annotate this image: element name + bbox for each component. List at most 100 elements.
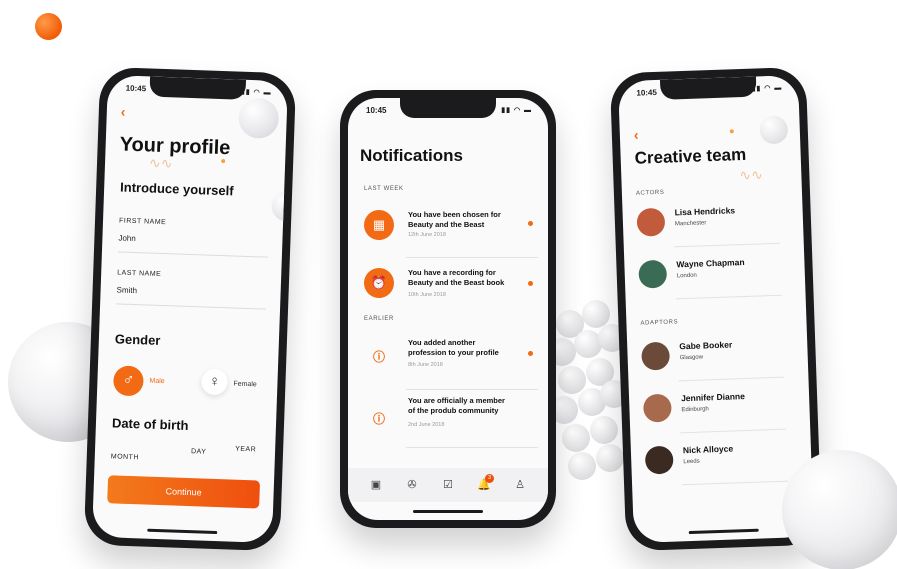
page-title: Creative team [634, 144, 747, 168]
team-member-row[interactable]: Wayne Chapman London [624, 249, 806, 307]
team-member-row[interactable]: Gabe Booker Glasgow [627, 331, 809, 389]
orange-sphere-decoration [35, 13, 62, 40]
member-name: Nick Alloyce [682, 443, 734, 456]
unread-dot [528, 281, 533, 286]
tab-bar: ▣ ✇ ☑ 🔔 3 ♙ [348, 468, 548, 502]
notification-date: 8th June 2018 [408, 362, 443, 368]
squiggle-decoration: ∿∿ [739, 166, 764, 184]
dob-year-label[interactable]: YEAR [235, 446, 256, 454]
continue-button[interactable]: Continue [107, 475, 261, 509]
phone-profile: 10:45 ▮▮ ◠ ▬ ‹ Your profile ∿∿ Introduce… [83, 66, 297, 552]
home-indicator [147, 528, 218, 535]
check-box-icon[interactable]: ☑ [437, 474, 459, 496]
male-symbol-icon[interactable]: ♂ [112, 365, 144, 397]
status-time: 10:45 [366, 106, 387, 115]
home-indicator [413, 510, 483, 513]
notification-item[interactable]: ⓘ You added another profession to your p… [348, 334, 548, 390]
divider [678, 376, 785, 382]
bubble-cluster-decoration [548, 300, 628, 500]
field-underline [117, 251, 268, 258]
creative-team-screen: 10:45 ▮▮ ◠ ▬ ‹ Creative team ∿∿ ACTORS L… [617, 74, 815, 544]
signal-wifi-battery-icon: ▮▮ ◠ ▬ [501, 107, 532, 114]
info-icon: ⓘ [372, 412, 385, 426]
dot-decoration [729, 129, 734, 134]
team-member-row[interactable]: Nick Alloyce Leeds [631, 435, 813, 493]
alarm-clock-icon: ⏰ [364, 268, 394, 298]
team-member-row[interactable]: Lisa Hendricks Manchester [622, 197, 804, 255]
member-name: Jennifer Dianne [680, 391, 746, 404]
member-city: London [676, 272, 697, 280]
divider [673, 242, 780, 248]
dob-month-label[interactable]: MONTH [111, 453, 139, 461]
notification-item[interactable]: ⓘ You are officially a member of the pro… [348, 392, 548, 448]
member-name: Lisa Hendricks [674, 205, 736, 218]
gender-option-female[interactable]: Female [233, 381, 257, 389]
divider [682, 480, 789, 486]
sphere-decoration [759, 115, 789, 145]
notification-date: 2nd June 2018 [408, 422, 445, 428]
notification-badge: 3 [485, 474, 494, 483]
member-city: Leeds [683, 458, 700, 466]
notification-text: You have a recording for Beauty and the … [408, 268, 505, 287]
page-title: Your profile [119, 133, 231, 160]
phone-notch [659, 76, 757, 100]
member-city: Glasgow [679, 354, 704, 362]
back-button[interactable]: ‹ [634, 127, 639, 143]
showcase-stage: 10:45 ▮▮ ◠ ▬ ‹ Your profile ∿∿ Introduce… [0, 0, 897, 569]
intro-heading: Introduce yourself [119, 179, 234, 199]
back-button[interactable]: ‹ [121, 103, 126, 119]
notification-item[interactable]: ⏰ You have a recording for Beauty and th… [348, 260, 548, 316]
last-name-label: LAST NAME [117, 269, 162, 278]
member-city: Edinburgh [681, 406, 709, 414]
page-title: Notifications [360, 146, 463, 165]
team-member-row[interactable]: Jennifer Dianne Edinburgh [629, 383, 811, 441]
notification-text: You added another profession to your pro… [408, 338, 499, 357]
user-icon[interactable]: ♙ [509, 474, 531, 496]
dob-heading: Date of birth [111, 415, 189, 434]
divider [680, 428, 787, 434]
bell-icon[interactable]: 🔔 3 [473, 474, 495, 496]
member-city: Manchester [674, 220, 707, 228]
signal-wifi-battery-icon: ▮▮ ◠ ▬ [751, 84, 783, 93]
phone-notch [400, 98, 496, 118]
field-underline [116, 303, 267, 310]
section-label-earlier: EARLIER [364, 316, 394, 322]
profile-screen: 10:45 ▮▮ ◠ ▬ ‹ Your profile ∿∿ Introduce… [91, 74, 289, 544]
first-name-field[interactable]: John [118, 233, 136, 243]
sphere-decoration [271, 190, 289, 222]
avatar [644, 445, 674, 475]
divider [406, 389, 538, 390]
dob-day-label[interactable]: DAY [191, 448, 207, 456]
sphere-decoration [238, 97, 280, 139]
calendar-icon: ▦ [364, 210, 394, 240]
avatar [638, 259, 668, 289]
member-name: Wayne Chapman [676, 256, 745, 270]
section-label-last-week: LAST WEEK [364, 186, 404, 192]
notification-text: You are officially a member of the produ… [408, 396, 505, 415]
avatar [641, 341, 671, 371]
id-card-icon[interactable]: ▣ [365, 474, 387, 496]
dot-decoration [221, 158, 226, 164]
divider [406, 257, 538, 258]
last-name-field[interactable]: Smith [116, 285, 137, 295]
divider [406, 447, 538, 448]
info-icon: ⓘ [372, 350, 385, 364]
squiggle-decoration: ∿∿ [148, 154, 173, 172]
status-time: 10:45 [125, 83, 147, 94]
phone-notch [149, 76, 247, 100]
first-name-label: FIRST NAME [118, 217, 167, 227]
phone-notifications: 10:45 ▮▮ ◠ ▬ Notifications LAST WEEK ▦ Y… [340, 90, 556, 528]
avatar [636, 207, 666, 237]
avatar [642, 393, 672, 423]
film-reel-icon[interactable]: ✇ [401, 474, 423, 496]
gender-heading: Gender [114, 331, 161, 348]
unread-dot [528, 351, 533, 356]
bubble-decoration-right [782, 450, 897, 569]
notification-date: 12th June 2018 [408, 232, 446, 238]
notifications-screen: 10:45 ▮▮ ◠ ▬ Notifications LAST WEEK ▦ Y… [348, 98, 548, 520]
notification-item[interactable]: ▦ You have been chosen for Beauty and th… [348, 202, 548, 258]
home-indicator [688, 528, 759, 535]
gender-option-male[interactable]: Male [149, 378, 164, 386]
divider [675, 294, 782, 300]
female-symbol-icon[interactable]: ♀ [201, 368, 228, 396]
